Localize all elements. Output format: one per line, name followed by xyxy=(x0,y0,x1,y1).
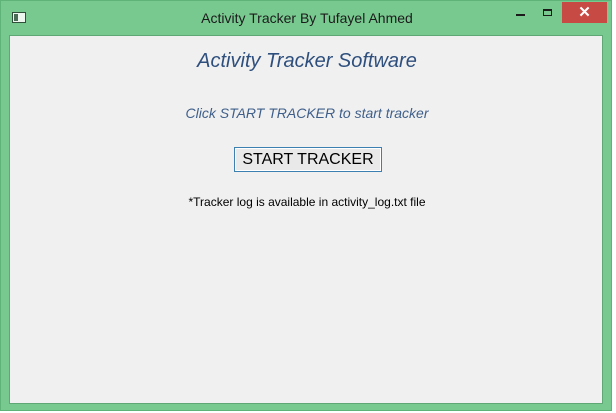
title-bar[interactable]: Activity Tracker By Tufayel Ahmed ✕ xyxy=(1,1,611,35)
client-area: Activity Tracker Software Click START TR… xyxy=(9,35,603,404)
log-note: *Tracker log is available in activity_lo… xyxy=(188,195,426,209)
start-tracker-button[interactable]: START TRACKER xyxy=(234,147,382,172)
close-icon: ✕ xyxy=(578,4,591,21)
page-title: Activity Tracker Software xyxy=(197,50,417,72)
maximize-button[interactable] xyxy=(534,2,561,23)
minimize-button[interactable] xyxy=(506,2,534,23)
close-button[interactable]: ✕ xyxy=(562,2,607,23)
minimize-icon xyxy=(515,13,525,16)
maximize-icon xyxy=(543,9,552,16)
instruction-text: Click START TRACKER to start tracker xyxy=(185,105,429,121)
app-window: Activity Tracker By Tufayel Ahmed ✕ Acti… xyxy=(0,0,612,411)
